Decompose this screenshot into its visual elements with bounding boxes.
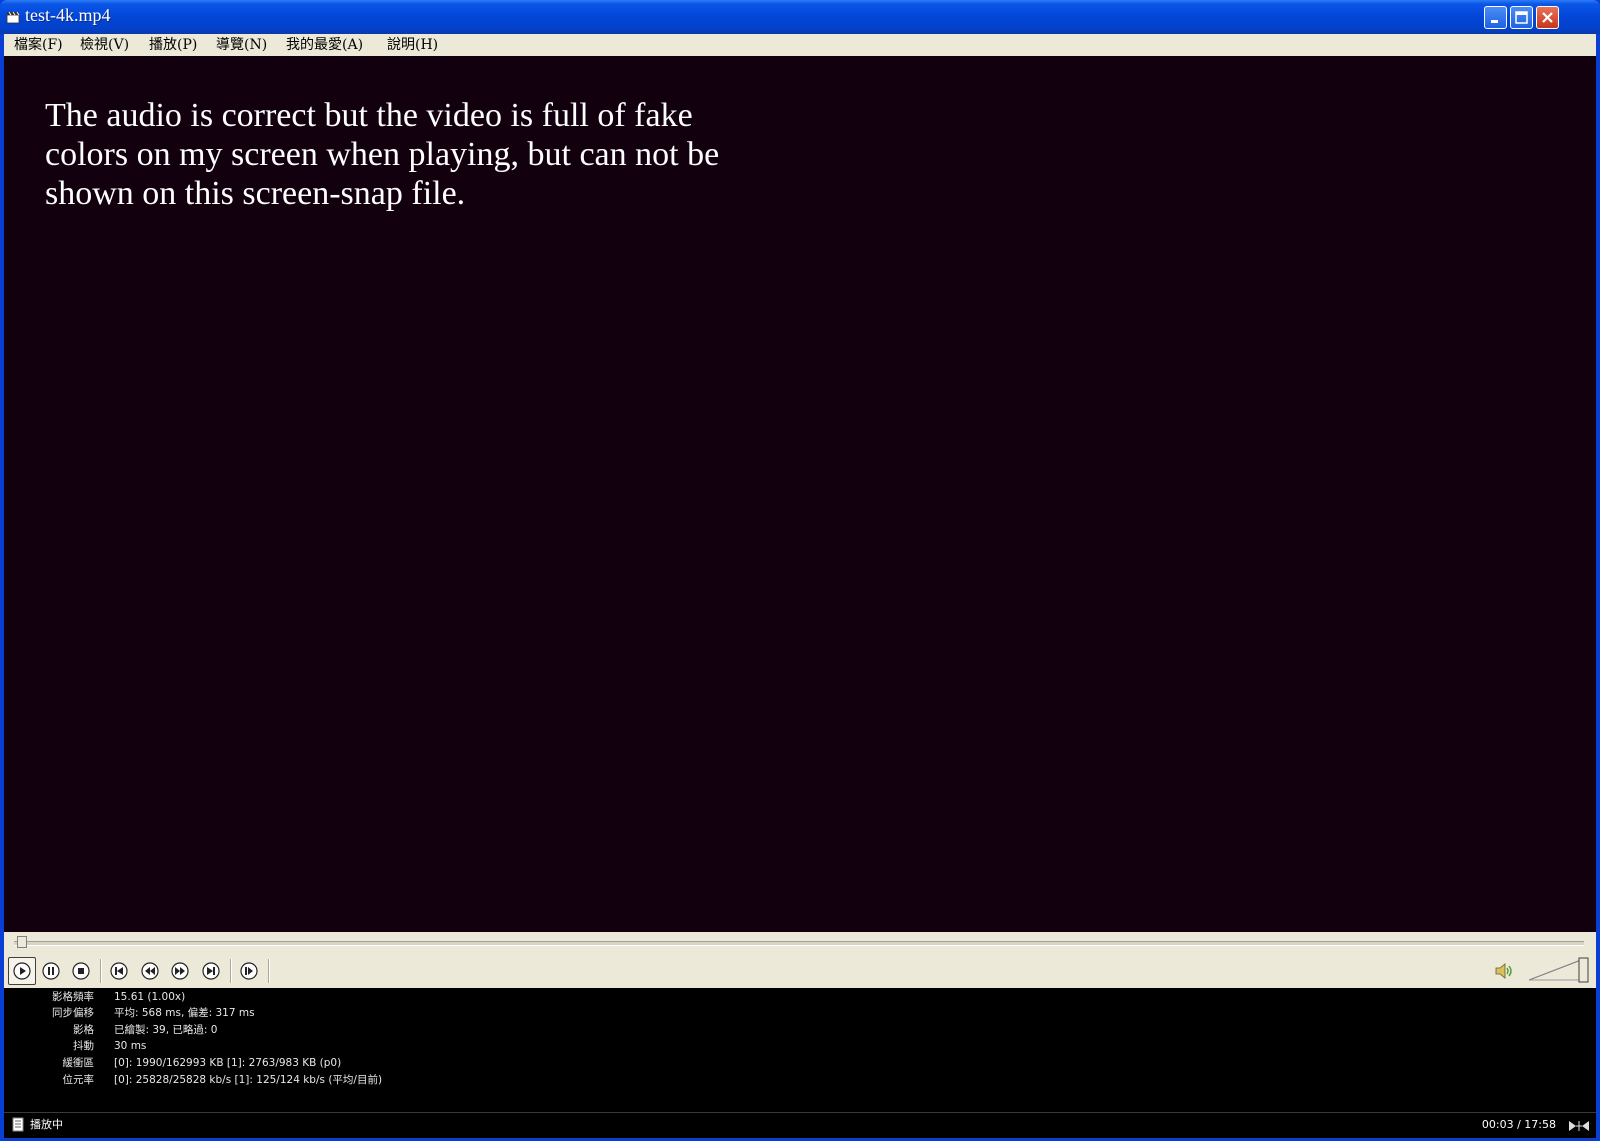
- document-icon: [12, 1117, 24, 1132]
- maximize-icon: [1515, 11, 1528, 24]
- separator: [230, 959, 232, 983]
- next-button[interactable]: [201, 961, 221, 981]
- rewind-icon: [141, 962, 159, 980]
- stat-label: 同步偏移: [52, 1007, 94, 1019]
- title-bar[interactable]: test-4k.mp4: [0, 0, 1600, 34]
- rewind-button[interactable]: [140, 961, 160, 981]
- menu-favorites[interactable]: 我的最愛(A): [284, 36, 365, 54]
- stat-row-buffers: 緩衝區 [0]: 1990/162993 KB [1]: 2763/983 KB…: [4, 1055, 1596, 1072]
- maximize-button[interactable]: [1510, 6, 1533, 29]
- playback-controls: [4, 954, 1596, 988]
- skip-previous-icon: [110, 962, 128, 980]
- pause-icon: [42, 962, 60, 980]
- stat-value: 已繪製: 39, 已略過: 0: [114, 1024, 218, 1036]
- play-icon: [13, 962, 31, 980]
- status-bar: 播放中 00:03 / 17:58: [4, 1112, 1596, 1138]
- stop-button[interactable]: [71, 961, 91, 981]
- stat-value: 平均: 568 ms, 偏差: 317 ms: [114, 1007, 255, 1019]
- separator: [100, 959, 102, 983]
- minimize-button[interactable]: [1484, 6, 1507, 29]
- stat-row-frames: 影格 已繪製: 39, 已略過: 0: [4, 1022, 1596, 1039]
- menu-play[interactable]: 播放(P): [147, 36, 199, 54]
- seek-thumb[interactable]: [16, 936, 27, 948]
- frame-step-icon: [240, 962, 258, 980]
- menu-view[interactable]: 檢視(V): [78, 36, 131, 54]
- stop-icon: [72, 962, 90, 980]
- stat-value: [0]: 1990/162993 KB [1]: 2763/983 KB (p0…: [114, 1057, 342, 1069]
- playback-status: 播放中: [30, 1118, 63, 1131]
- close-icon: [1542, 12, 1553, 23]
- media-player-window: test-4k.mp4 檔案(F) 檢視(V) 播放(P) 導覽(N) 我的最愛…: [0, 0, 1600, 1141]
- volume-thumb[interactable]: [1578, 957, 1589, 983]
- skip-next-icon: [202, 962, 220, 980]
- stat-row-framerate: 影格頻率 15.61 (1.00x): [4, 989, 1596, 1006]
- stat-label: 抖動: [73, 1040, 94, 1052]
- window-title: test-4k.mp4: [25, 5, 111, 25]
- connection-icon: [1568, 1118, 1590, 1132]
- stat-row-sync-offset: 同步偏移 平均: 568 ms, 偏差: 317 ms: [4, 1005, 1596, 1022]
- stat-value: 15.61 (1.00x): [114, 991, 186, 1003]
- fast-forward-button[interactable]: [170, 961, 190, 981]
- previous-button[interactable]: [109, 961, 129, 981]
- stat-value: [0]: 25828/25828 kb/s [1]: 125/124 kb/s …: [114, 1074, 383, 1086]
- video-area[interactable]: The audio is correct but the video is fu…: [4, 56, 1596, 932]
- play-button[interactable]: [8, 957, 36, 985]
- stat-label: 位元率: [62, 1074, 95, 1086]
- pause-button[interactable]: [41, 961, 61, 981]
- frame-step-button[interactable]: [239, 961, 259, 981]
- video-overlay-text: The audio is correct but the video is fu…: [45, 97, 720, 212]
- stat-row-bitrate: 位元率 [0]: 25828/25828 kb/s [1]: 125/124 k…: [4, 1072, 1596, 1089]
- menu-navigate[interactable]: 導覽(N): [214, 36, 269, 54]
- minimize-icon: [1491, 20, 1498, 23]
- stat-value: 30 ms: [114, 1040, 147, 1052]
- film-clapper-icon[interactable]: [6, 9, 20, 24]
- stat-label: 影格: [73, 1024, 94, 1036]
- stat-label: 緩衝區: [62, 1057, 95, 1069]
- seek-bar[interactable]: [4, 932, 1596, 954]
- time-display: 00:03 / 17:58: [1481, 1118, 1556, 1131]
- volume-slider[interactable]: [1528, 956, 1591, 984]
- stat-row-jitter: 抖動 30 ms: [4, 1038, 1596, 1055]
- menu-help[interactable]: 說明(H): [385, 36, 440, 54]
- speaker-icon[interactable]: [1494, 961, 1516, 981]
- menu-file[interactable]: 檔案(F): [12, 36, 65, 54]
- menu-bar: 檔案(F) 檢視(V) 播放(P) 導覽(N) 我的最愛(A) 說明(H): [4, 34, 1596, 56]
- separator: [268, 959, 270, 983]
- close-button[interactable]: [1536, 6, 1559, 29]
- stat-label: 影格頻率: [52, 991, 94, 1003]
- seek-track[interactable]: [14, 941, 1584, 946]
- fast-forward-icon: [171, 962, 189, 980]
- statistics-panel: 影格頻率 15.61 (1.00x) 同步偏移 平均: 568 ms, 偏差: …: [4, 988, 1596, 1112]
